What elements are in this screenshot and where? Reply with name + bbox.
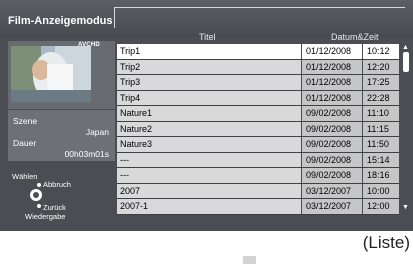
row-date: 03/12/2007 — [302, 183, 362, 198]
row-time: 12:00 — [363, 199, 399, 214]
duration-value: 00h03m01s — [64, 149, 109, 159]
row-time: 10:12 — [363, 44, 399, 59]
row-title: Nature2 — [117, 121, 301, 136]
row-time: 11:15 — [363, 121, 399, 136]
scroll-thumb[interactable] — [403, 52, 409, 72]
row-date: 09/02/2008 — [302, 168, 362, 183]
list-row[interactable]: Nature1 09/02/2008 11:10 — [117, 106, 399, 122]
row-time: 11:50 — [363, 137, 399, 152]
row-time: 10:00 — [363, 183, 399, 198]
preview-image — [11, 46, 91, 102]
duration-label: Dauer — [13, 138, 37, 148]
film-list: Trip1 01/12/2008 10:12 Trip2 01/12/2008 12:20… — [117, 44, 399, 215]
row-title: Trip4 — [117, 90, 301, 105]
list-row[interactable]: Trip4 01/12/2008 22:28 — [117, 90, 399, 106]
row-date: 01/12/2008 — [302, 75, 362, 90]
row-date: 01/12/2008 — [302, 44, 362, 59]
row-date: 01/12/2008 — [302, 90, 362, 105]
back-hint: Zurück — [43, 203, 66, 212]
row-title: Trip3 — [117, 75, 301, 90]
list-row[interactable]: 2007-1 03/12/2007 12:00 — [117, 199, 399, 215]
header-frame-line — [114, 7, 405, 28]
row-title: 2007-1 — [117, 199, 301, 214]
row-title: Nature1 — [117, 106, 301, 121]
list-row[interactable]: --- 09/02/2008 18:16 — [117, 168, 399, 184]
list-row[interactable]: Nature3 09/02/2008 11:50 — [117, 137, 399, 153]
row-title: Trip1 — [117, 44, 301, 59]
row-title: --- — [117, 152, 301, 167]
list-row[interactable]: Trip2 01/12/2008 12:20 — [117, 59, 399, 75]
dpad-icon — [30, 189, 42, 201]
caption: (Liste) — [362, 233, 410, 252]
column-header-title: Titel — [199, 32, 216, 42]
select-hint: Wählen — [12, 172, 38, 181]
column-header: Titel Datum&Zeit — [117, 30, 397, 44]
row-time: 15:14 — [363, 152, 399, 167]
row-date: 09/02/2008 — [302, 121, 362, 136]
row-time: 11:10 — [363, 106, 399, 121]
row-title: Nature3 — [117, 137, 301, 152]
screen-title: Film-Anzeigemodus — [8, 15, 113, 27]
row-date: 09/02/2008 — [302, 106, 362, 121]
row-time: 18:16 — [363, 168, 399, 183]
scrollbar[interactable]: ▲ ▼ — [402, 44, 410, 214]
back-dot-icon — [37, 204, 41, 208]
row-title: 2007 — [117, 183, 301, 198]
column-header-datetime: Datum&Zeit — [331, 32, 379, 42]
info-panel: Szene Japan Dauer 00h03m01s — [8, 110, 115, 161]
row-title: Trip2 — [117, 59, 301, 74]
preview-panel: AVCHD — [8, 41, 115, 109]
row-date: 01/12/2008 — [302, 59, 362, 74]
cancel-dot-icon — [37, 183, 41, 187]
row-date: 03/12/2007 — [302, 199, 362, 214]
avchd-badge: AVCHD — [78, 42, 100, 48]
list-row[interactable]: 2007 03/12/2007 10:00 — [117, 183, 399, 199]
scene-label: Szene — [13, 116, 38, 126]
row-time: 17:25 — [363, 75, 399, 90]
row-time: 12:20 — [363, 59, 399, 74]
play-hint: Wiedergabe — [25, 212, 66, 221]
list-row[interactable]: Trip3 01/12/2008 17:25 — [117, 75, 399, 91]
list-row[interactable]: --- 09/02/2008 15:14 — [117, 152, 399, 168]
bottom-marker — [243, 256, 256, 264]
control-hints: Wählen Abbruch Zurück Wiedergabe — [8, 170, 115, 226]
row-date: 09/02/2008 — [302, 137, 362, 152]
list-row[interactable]: Nature2 09/02/2008 11:15 — [117, 121, 399, 137]
scene-value: Japan — [85, 127, 109, 137]
film-display-screen: Film-Anzeigemodus Titel Datum&Zeit AVCHD… — [0, 0, 413, 231]
preview-thumbnail — [11, 46, 91, 102]
row-date: 09/02/2008 — [302, 152, 362, 167]
arrow-down-icon[interactable]: ▼ — [402, 204, 409, 211]
cancel-hint: Abbruch — [43, 180, 71, 189]
row-title: --- — [117, 168, 301, 183]
row-time: 22:28 — [363, 90, 399, 105]
list-row[interactable]: Trip1 01/12/2008 10:12 — [117, 44, 399, 60]
arrow-up-icon[interactable]: ▲ — [402, 44, 409, 51]
